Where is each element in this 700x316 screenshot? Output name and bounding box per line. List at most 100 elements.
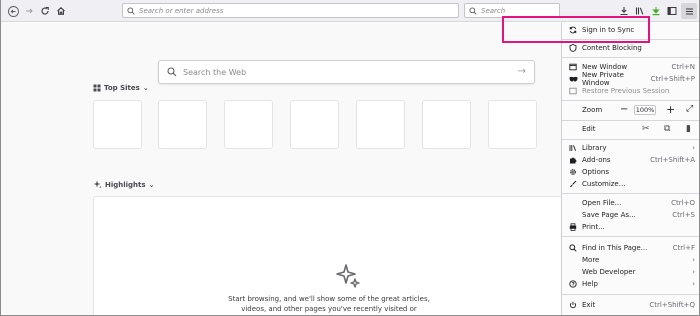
menu-item-more[interactable]: More › — [562, 254, 699, 266]
forward-button[interactable] — [21, 3, 37, 19]
top-site-tile[interactable] — [422, 100, 471, 149]
highlights-empty-state: Start browsing, and we'll show some of t… — [93, 196, 563, 315]
home-button[interactable] — [53, 3, 69, 19]
menu-item-save-page[interactable]: Save Page As... Ctrl+S — [562, 209, 699, 221]
shield-icon — [569, 44, 577, 52]
top-site-tile[interactable] — [93, 100, 142, 149]
menu-shortcut: Ctrl+Shift+A — [650, 156, 695, 164]
menu-shortcut: Ctrl+N — [671, 63, 695, 71]
chevron-down-icon: ⌄ — [142, 84, 149, 92]
extension-button[interactable] — [648, 3, 664, 19]
sidebar-button[interactable] — [664, 3, 680, 19]
chevron-right-icon: › — [692, 144, 695, 152]
menu-label: Web Developer — [582, 268, 636, 276]
zoom-reset-button[interactable]: 100% — [634, 105, 656, 115]
forward-arrow-icon — [26, 8, 33, 14]
cut-icon[interactable]: ✂ — [642, 124, 650, 134]
library-icon — [569, 145, 577, 151]
menu-item-options[interactable]: Options — [562, 166, 699, 178]
top-site-tile[interactable] — [488, 100, 537, 149]
paste-icon[interactable]: ▮ — [686, 124, 691, 134]
top-site-tile[interactable] — [356, 100, 405, 149]
chevron-right-icon: › — [692, 280, 695, 288]
address-bar-placeholder: Search or enter address — [139, 6, 224, 15]
app-menu-panel: Sign in to Sync Content Blocking New Win… — [561, 23, 699, 315]
reload-button[interactable] — [37, 3, 53, 19]
search-go-arrow-icon[interactable]: → — [518, 66, 526, 77]
web-search-placeholder: Search the Web — [183, 67, 247, 77]
menu-item-print[interactable]: Print... — [562, 221, 699, 233]
menu-separator — [562, 100, 699, 101]
top-sites-header[interactable]: Top Sites ⌄ — [93, 84, 149, 92]
menu-item-content-blocking[interactable]: Content Blocking — [562, 42, 699, 54]
sparkle-icon — [336, 264, 360, 288]
menu-item-open-file[interactable]: Open File... Ctrl+O — [562, 197, 699, 209]
browser-window: Search or enter address Search Search th… — [0, 0, 700, 316]
menu-label: More — [582, 256, 600, 264]
puzzle-icon — [570, 157, 577, 164]
gear-icon — [570, 169, 576, 175]
grid-icon — [93, 84, 101, 92]
menu-label: New Window — [582, 63, 628, 71]
paintbrush-icon — [570, 180, 577, 187]
menu-label: Add-ons — [582, 156, 611, 164]
menu-item-customize[interactable]: Customize... — [562, 178, 699, 190]
back-button[interactable] — [5, 3, 21, 19]
menu-shortcut: Ctrl+Shift+P — [650, 75, 695, 83]
download-icon — [620, 7, 628, 16]
chevron-right-icon: › — [692, 268, 695, 276]
menu-label: Help — [582, 280, 598, 288]
navigation-toolbar: Search or enter address Search — [1, 0, 699, 22]
back-arrow-icon — [7, 5, 19, 17]
help-icon — [569, 280, 577, 288]
menu-label: Exit — [582, 301, 596, 309]
menu-separator — [562, 57, 699, 58]
menu-separator — [562, 294, 699, 295]
menu-separator — [562, 39, 699, 40]
top-site-tile[interactable] — [224, 100, 273, 149]
menu-item-exit[interactable]: Exit Ctrl+Shift+Q — [562, 299, 699, 311]
fullscreen-icon[interactable]: ⤢ — [686, 104, 693, 114]
menu-item-sign-in-sync[interactable]: Sign in to Sync — [562, 24, 699, 36]
downloads-button[interactable] — [616, 3, 632, 19]
open-menu-button[interactable] — [681, 3, 697, 19]
chevron-down-icon: ⌄ — [148, 180, 155, 189]
search-icon — [127, 6, 135, 15]
top-sites-label: Top Sites — [104, 84, 140, 92]
menu-item-restore-session[interactable]: Restore Previous Session — [562, 85, 699, 97]
top-site-tile[interactable] — [158, 100, 207, 149]
home-icon — [57, 7, 65, 15]
new-window-icon — [569, 63, 577, 71]
menu-item-help[interactable]: Help › — [562, 278, 699, 290]
menu-shortcut: Ctrl+Shift+Q — [649, 301, 695, 309]
menu-label: Sign in to Sync — [582, 26, 635, 34]
menu-item-library[interactable]: Library › — [562, 142, 699, 154]
menu-item-web-developer[interactable]: Web Developer › — [562, 266, 699, 278]
web-search-box[interactable]: Search the Web → — [158, 60, 535, 84]
printer-icon — [569, 223, 577, 231]
menu-item-new-private-window[interactable]: New Private Window Ctrl+Shift+P — [562, 71, 699, 87]
zoom-out-button[interactable]: − — [620, 104, 628, 115]
search-bar[interactable]: Search — [464, 3, 560, 18]
highlights-header[interactable]: Highlights ⌄ — [93, 180, 154, 189]
menu-item-edit: Edit ✂ ⧉ ▮ — [562, 123, 699, 135]
menu-label: Customize... — [582, 180, 626, 188]
copy-icon[interactable]: ⧉ — [664, 124, 670, 134]
chevron-right-icon: › — [692, 256, 695, 264]
search-icon — [167, 67, 177, 77]
address-bar[interactable]: Search or enter address — [122, 3, 459, 18]
menu-label: Library — [582, 144, 607, 152]
power-icon — [569, 301, 577, 309]
sync-icon — [569, 26, 577, 34]
menu-separator — [562, 120, 699, 121]
zoom-in-button[interactable]: + — [666, 103, 675, 116]
menu-item-addons[interactable]: Add-ons Ctrl+Shift+A — [562, 154, 699, 166]
menu-shortcut: Ctrl+O — [671, 199, 695, 207]
menu-item-find[interactable]: Find in This Page... Ctrl+F — [562, 242, 699, 254]
menu-label: Print... — [582, 223, 605, 231]
menu-label: Content Blocking — [582, 44, 642, 52]
library-button[interactable] — [632, 3, 648, 19]
private-mask-icon — [569, 76, 578, 81]
top-site-tile[interactable] — [290, 100, 339, 149]
menu-label: Open File... — [582, 199, 622, 207]
